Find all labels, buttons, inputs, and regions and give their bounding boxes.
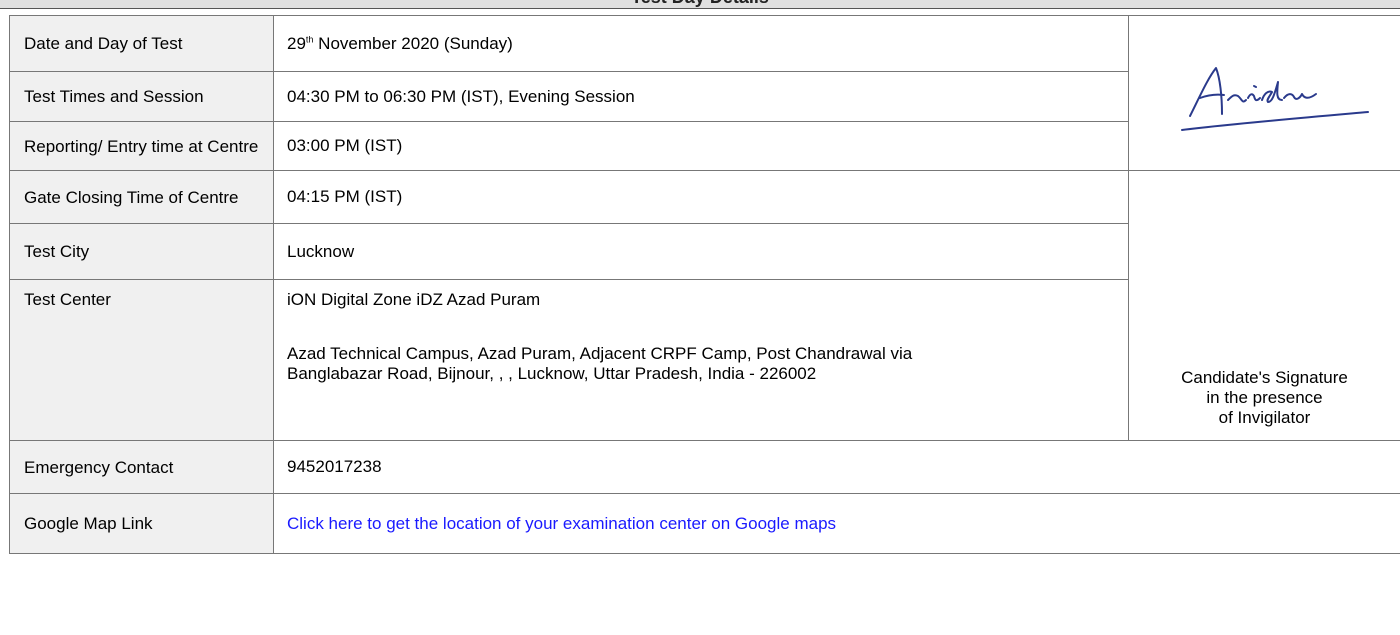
google-map-link[interactable]: Click here to get the location of your e… [287, 514, 836, 533]
emergency-value: 9452017238 [273, 440, 1400, 494]
center-value: iON Digital Zone iDZ Azad Puram Azad Tec… [273, 279, 1129, 441]
date-day-number: 29 [287, 33, 306, 53]
center-name: iON Digital Zone iDZ Azad Puram [287, 290, 541, 309]
center-label: Test Center [9, 279, 274, 441]
center-address-line2: Banglabazar Road, Bijnour, , , Lucknow, … [287, 364, 817, 383]
times-value: 04:30 PM to 06:30 PM (IST), Evening Sess… [273, 71, 1129, 122]
reporting-label: Reporting/ Entry time at Centre [9, 121, 274, 171]
date-label: Date and Day of Test [9, 15, 274, 72]
section-title: Test Day Details [0, 0, 1400, 8]
candidate-signature-line3: of Invigilator [1218, 408, 1311, 427]
city-value: Lucknow [273, 223, 1129, 280]
candidate-signature-line1: Candidate's Signature [1181, 368, 1348, 387]
gate-value: 04:15 PM (IST) [273, 170, 1129, 224]
row-emergency: Emergency Contact 9452017238 [9, 440, 1400, 494]
signature-cell [1128, 15, 1400, 171]
section-header: Test Day Details [0, 0, 1400, 9]
map-label: Google Map Link [9, 493, 274, 554]
times-label: Test Times and Session [9, 71, 274, 122]
reporting-value: 03:00 PM (IST) [273, 121, 1129, 171]
emergency-label: Emergency Contact [9, 440, 274, 494]
signature-image [1180, 67, 1369, 131]
test-details-table: Date and Day of Test 29th November 2020 … [9, 15, 1400, 554]
map-value: Click here to get the location of your e… [273, 493, 1400, 554]
row-gate: Gate Closing Time of Centre 04:15 PM (IS… [9, 170, 1400, 441]
date-value: 29th November 2020 (Sunday) [273, 15, 1129, 72]
candidate-signature-cell: Candidate's Signature in the presence of… [1128, 170, 1400, 441]
row-date: Date and Day of Test 29th November 2020 … [9, 15, 1400, 171]
row-map: Google Map Link Click here to get the lo… [9, 493, 1400, 554]
city-label: Test City [9, 223, 274, 280]
date-rest: November 2020 (Sunday) [313, 33, 513, 53]
center-address: Azad Technical Campus, Azad Puram, Adjac… [287, 344, 1128, 384]
center-address-line1: Azad Technical Campus, Azad Puram, Adjac… [287, 344, 913, 363]
gate-label: Gate Closing Time of Centre [9, 170, 274, 224]
candidate-signature-line2: in the presence [1206, 388, 1323, 407]
